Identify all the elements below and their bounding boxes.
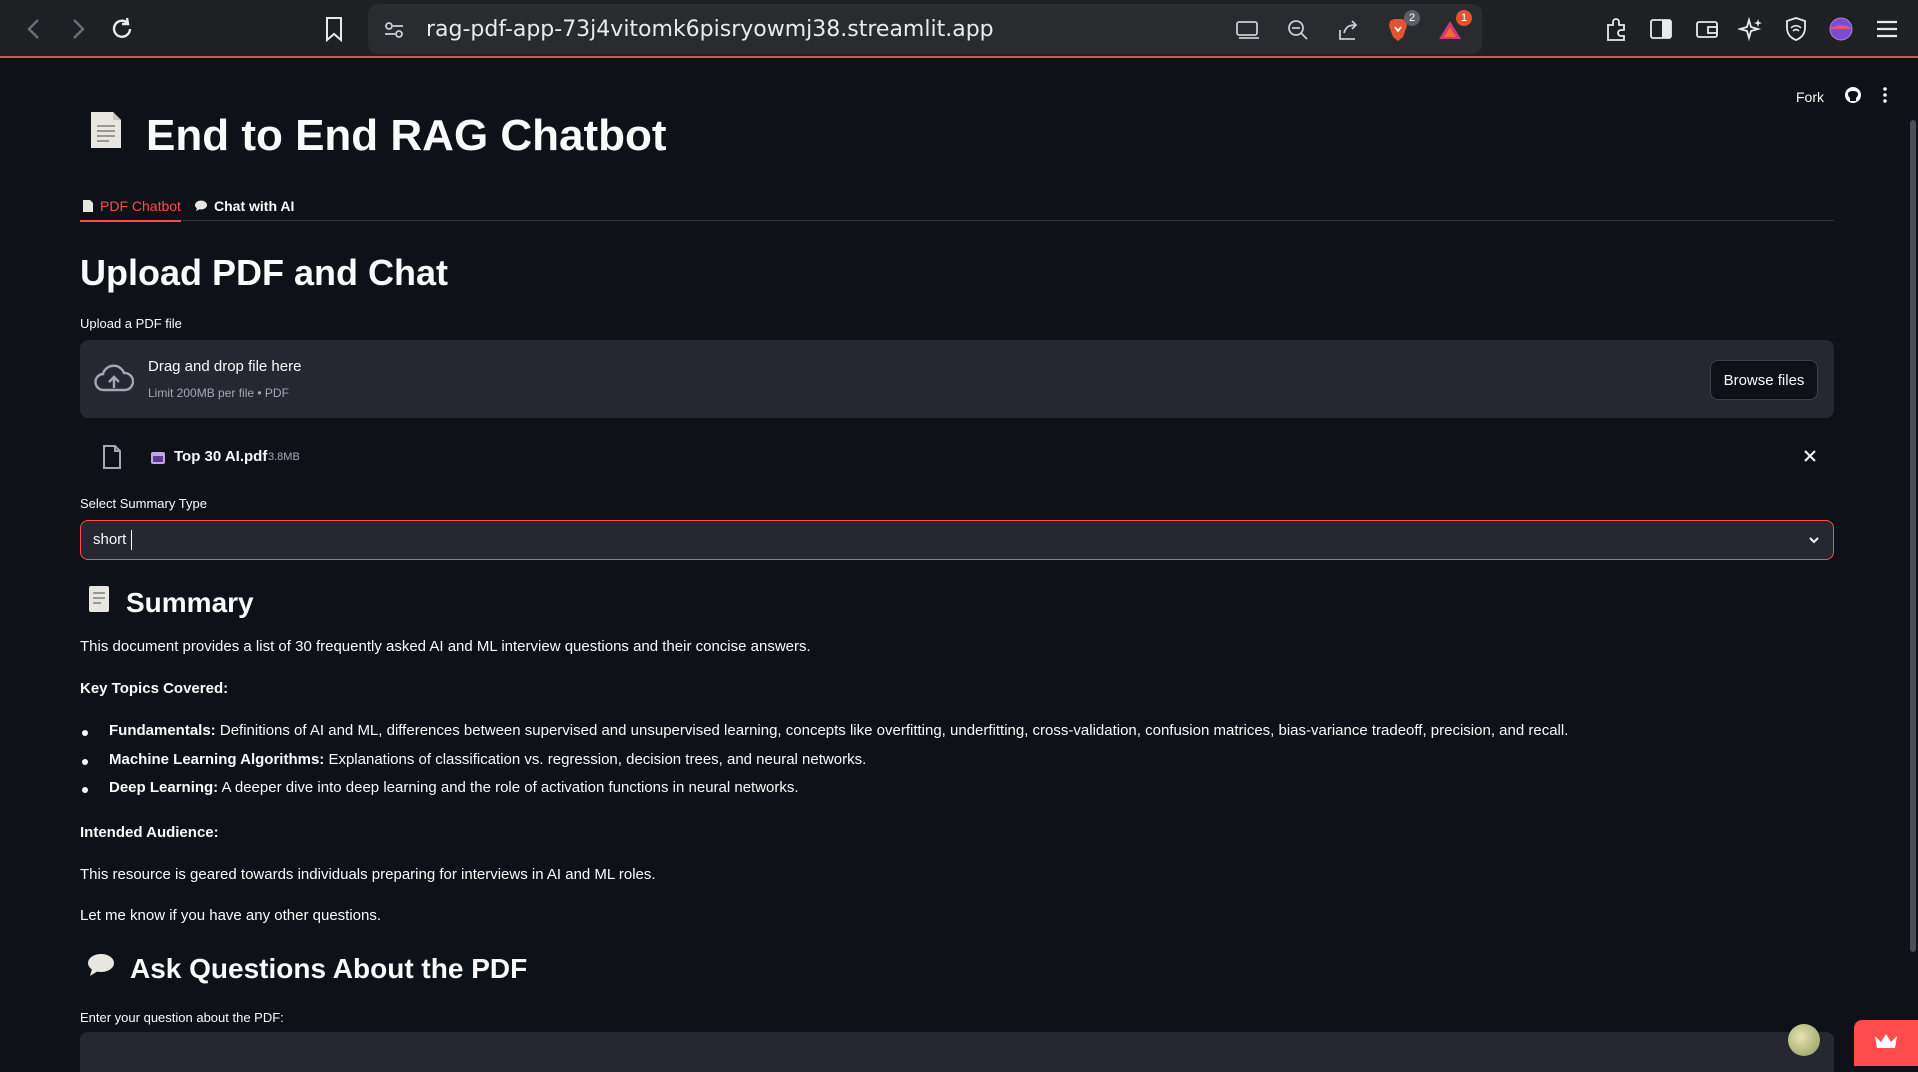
streamlit-badge-button[interactable] xyxy=(1854,1020,1918,1066)
uploaded-file-row: Top 30 AI.pdf 3.8MB xyxy=(80,438,1834,478)
scroll-icon xyxy=(86,584,112,621)
brave-badge: 2 xyxy=(1404,10,1420,26)
tab-bar: PDF Chatbot Chat with AI xyxy=(80,186,1834,222)
questions-heading: Ask Questions About the PDF xyxy=(86,952,527,985)
back-icon[interactable] xyxy=(16,12,52,46)
bullet-dot xyxy=(82,759,88,765)
more-options-icon[interactable] xyxy=(1882,86,1888,107)
file-type-icon xyxy=(150,450,166,471)
summary-type-select[interactable]: short xyxy=(80,520,1834,560)
text-cursor xyxy=(131,530,132,550)
page-scrollbar[interactable] xyxy=(1910,120,1916,952)
topic-title: Fundamentals: xyxy=(109,722,216,739)
file-icon xyxy=(102,444,122,475)
leo-ai-icon[interactable] xyxy=(1734,12,1768,46)
topic-text: Explanations of classification vs. regre… xyxy=(324,751,867,768)
dropzone-title: Drag and drop file here xyxy=(148,358,302,375)
tab-chat-with-ai[interactable]: Chat with AI xyxy=(194,192,294,220)
sidebar-icon[interactable] xyxy=(1644,12,1678,46)
key-topics-heading: Key Topics Covered: xyxy=(80,680,229,697)
app-title: End to End RAG Chatbot xyxy=(146,110,667,160)
question-input[interactable] xyxy=(80,1032,1834,1072)
speech-bubble-icon xyxy=(86,952,116,985)
summary-intro: This document provides a list of 30 freq… xyxy=(80,638,811,655)
browse-files-button[interactable]: Browse files xyxy=(1710,360,1818,400)
audience-heading: Intended Audience: xyxy=(80,824,219,841)
wallet-icon[interactable] xyxy=(1690,12,1724,46)
address-bar[interactable]: rag-pdf-app-73j4vitomk6pisryowmj38.strea… xyxy=(368,4,1482,54)
section-title: Upload PDF and Chat xyxy=(80,252,448,293)
summary-heading: Summary xyxy=(86,584,254,621)
file-name: Top 30 AI.pdf xyxy=(174,448,268,465)
page-title: End to End RAG Chatbot xyxy=(88,110,667,161)
brave-shields-icon[interactable]: 2 xyxy=(1382,10,1420,46)
closing-text: Let me know if you have any other questi… xyxy=(80,907,382,924)
tab-pdf-chatbot[interactable]: PDF Chatbot xyxy=(80,192,181,222)
chevron-down-icon[interactable] xyxy=(1807,533,1821,552)
topic-title: Machine Learning Algorithms: xyxy=(109,751,325,768)
alert-badge: 1 xyxy=(1456,10,1472,26)
zoom-out-icon[interactable] xyxy=(1282,14,1314,46)
file-uploader-dropzone[interactable]: Drag and drop file here Limit 200MB per … xyxy=(80,340,1834,418)
remove-file-icon[interactable] xyxy=(1802,448,1818,469)
tab-chat-with-ai-label: Chat with AI xyxy=(214,198,295,214)
bookmark-icon[interactable] xyxy=(316,12,352,46)
tab-pdf-chatbot-label: PDF Chatbot xyxy=(100,198,181,214)
crown-icon xyxy=(1873,1032,1899,1055)
document-icon xyxy=(88,110,124,161)
bullet-dot xyxy=(82,787,88,793)
question-input-label: Enter your question about the PDF: xyxy=(80,1010,284,1025)
topic-text: Definitions of AI and ML, differences be… xyxy=(215,722,1569,739)
upload-label: Upload a PDF file xyxy=(80,316,182,331)
topic-title: Deep Learning: xyxy=(109,779,219,796)
dropzone-limit: Limit 200MB per file • PDF xyxy=(148,386,289,400)
select-value: short xyxy=(93,531,127,548)
user-avatar[interactable] xyxy=(1788,1024,1820,1056)
audience-text: This resource is geared towards individu… xyxy=(80,866,656,883)
questions-title: Ask Questions About the PDF xyxy=(130,952,528,984)
menu-icon[interactable] xyxy=(1870,12,1904,46)
app-header-actions: Fork xyxy=(1796,86,1918,107)
rewards-icon[interactable]: 1 xyxy=(1434,10,1472,46)
site-settings-icon[interactable] xyxy=(378,14,410,46)
select-label: Select Summary Type xyxy=(80,496,207,511)
extensions-icon[interactable] xyxy=(1600,12,1634,46)
streamlit-page: Fork End to End RAG Chatbot PDF Chatbot … xyxy=(0,60,1918,1072)
cast-icon[interactable] xyxy=(1232,14,1264,46)
topic-text: A deeper dive into deep learning and the… xyxy=(218,779,799,796)
summary-title: Summary xyxy=(126,586,254,618)
url-text[interactable]: rag-pdf-app-73j4vitomk6pisryowmj38.strea… xyxy=(426,17,994,42)
vpn-shield-icon[interactable] xyxy=(1779,12,1813,46)
github-icon[interactable] xyxy=(1844,86,1862,107)
browser-toolbar: rag-pdf-app-73j4vitomk6pisryowmj38.strea… xyxy=(0,0,1918,58)
file-size: 3.8MB xyxy=(268,451,300,463)
forward-icon[interactable] xyxy=(60,12,96,46)
reload-icon[interactable] xyxy=(104,12,140,46)
cloud-upload-icon xyxy=(94,362,135,401)
share-icon[interactable] xyxy=(1332,14,1364,46)
profile-avatar[interactable] xyxy=(1824,12,1858,46)
bullet-dot xyxy=(82,730,88,736)
fork-link[interactable]: Fork xyxy=(1796,89,1824,105)
